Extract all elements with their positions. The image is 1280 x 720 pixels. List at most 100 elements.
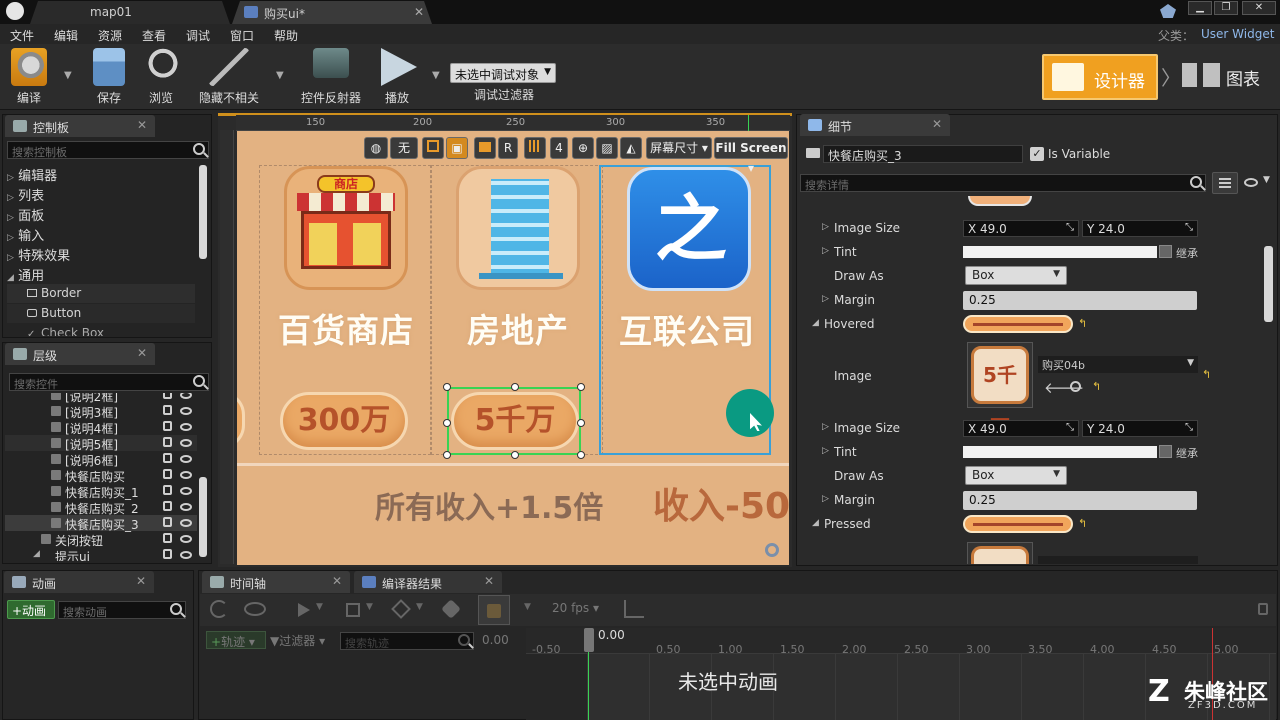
rotate-snap-button[interactable]: R	[498, 137, 518, 159]
draw-as-dropdown[interactable]: Box	[965, 266, 1067, 285]
expand-arrow-icon[interactable]: ▷	[822, 294, 829, 304]
preview-image-button[interactable]: ▨	[596, 137, 618, 159]
eye-icon[interactable]	[180, 487, 192, 495]
hierarchy-row[interactable]: [说明5框]	[5, 435, 197, 452]
camera-lock-button[interactable]	[478, 595, 510, 625]
hide-unrelated-dropdown[interactable]: ▼	[276, 70, 284, 81]
close-icon[interactable]: ✕	[414, 5, 424, 19]
tint-color-swatch[interactable]	[963, 246, 1157, 258]
palette-item-border[interactable]: Border	[7, 284, 195, 303]
playhead[interactable]	[584, 628, 594, 652]
palette-scrollbar[interactable]	[199, 165, 207, 259]
menu-help[interactable]: 帮助	[274, 27, 298, 44]
hierarchy-row-selected[interactable]: 快餐店购买_3	[5, 515, 197, 532]
image-asset-dropdown[interactable]: 购买04b ▼	[1038, 356, 1198, 373]
close-icon[interactable]: ✕	[137, 118, 147, 132]
eye-icon[interactable]	[180, 535, 192, 543]
image-size-x-field[interactable]: X 49.0 ⤡	[963, 420, 1079, 437]
refresh-icon[interactable]	[210, 600, 228, 618]
menu-window[interactable]: 窗口	[230, 27, 254, 44]
image-thumbnail[interactable]: 5千万	[967, 342, 1033, 439]
graph-mode-button[interactable]: 图表	[1178, 54, 1274, 100]
close-icon[interactable]: ✕	[136, 574, 146, 588]
debug-object-dropdown[interactable]: 未选中调试对象 ▼	[450, 63, 556, 83]
lock-icon[interactable]	[163, 501, 172, 511]
palette-search-input[interactable]: 搜索控制板	[7, 141, 209, 159]
expand-arrow-icon[interactable]: ▷	[822, 494, 829, 504]
eye-icon[interactable]	[180, 471, 192, 479]
play-button[interactable]: 播放	[374, 48, 420, 106]
palette-category-special-effects[interactable]: ▷ 特殊效果	[7, 245, 70, 264]
grid-snap-button[interactable]	[524, 137, 546, 159]
expand-arrow-icon[interactable]: ▷	[822, 446, 829, 456]
fps-dropdown[interactable]: 20 fps ▾	[552, 601, 599, 615]
eye-icon[interactable]	[180, 439, 192, 447]
lock-icon[interactable]	[163, 421, 172, 431]
lock-icon[interactable]	[163, 485, 172, 495]
selection-square-icon[interactable]	[346, 603, 360, 617]
close-icon[interactable]: ✕	[484, 574, 494, 588]
reset-arrow-icon[interactable]: ↰	[1078, 317, 1087, 330]
curve-editor-icon[interactable]	[624, 600, 644, 618]
tab-timeline[interactable]: 时间轴 ✕	[202, 571, 350, 593]
tab-map01[interactable]: map01	[30, 1, 230, 24]
hierarchy-row[interactable]: [说明4框]	[5, 419, 197, 436]
world-space-button[interactable]: ◍	[364, 137, 388, 159]
price-button[interactable]: 300万	[280, 392, 408, 450]
lock-toggle-button[interactable]: ▣	[446, 137, 468, 159]
parent-class-link[interactable]: User Widget	[1201, 27, 1274, 41]
save-button[interactable]: 保存	[88, 48, 130, 106]
screen-size-dropdown[interactable]: 屏幕尺寸 ▾	[646, 137, 712, 159]
visibility-dropdown[interactable]: ▼	[1242, 174, 1274, 192]
add-animation-button[interactable]: +动画	[7, 600, 55, 619]
expand-arrow-icon[interactable]: ▷	[822, 246, 829, 256]
menu-file[interactable]: 文件	[10, 27, 34, 44]
lock-icon[interactable]	[163, 517, 172, 527]
lock-icon[interactable]	[163, 393, 172, 399]
eye-icon[interactable]	[180, 455, 192, 463]
pressed-image-asset-dropdown[interactable]	[1038, 556, 1198, 564]
eye-icon[interactable]	[180, 551, 192, 559]
hierarchy-scrollbar[interactable]	[199, 477, 207, 557]
hide-unrelated-button[interactable]: 隐藏不相关	[196, 48, 262, 106]
camera-dropdown-caret[interactable]: ▼	[524, 602, 531, 612]
shop-card-department-store[interactable]: 商店 百货商店 300万	[259, 165, 431, 455]
tab-details[interactable]: 细节 ✕	[800, 114, 950, 136]
palette-item-check-box[interactable]: ✓ Check Box	[7, 324, 195, 336]
is-variable-checkbox[interactable]: ✓	[1030, 147, 1044, 161]
margin-field[interactable]: 0.25	[963, 291, 1197, 310]
hierarchy-search-input[interactable]: 搜索控件	[9, 373, 209, 391]
reset-arrow-icon[interactable]: ↰	[1092, 380, 1101, 393]
snap-none-button[interactable]: 无	[390, 137, 418, 159]
widget-reflector-button[interactable]: 控件反射器	[298, 48, 364, 106]
compile-options-dropdown[interactable]: ▼	[64, 70, 72, 81]
image-size-y-field[interactable]: Y 24.0 ⤡	[1082, 420, 1198, 437]
hierarchy-row[interactable]: 快餐店购买_2	[5, 499, 197, 516]
eye-icon[interactable]	[180, 423, 192, 431]
move-handle-button[interactable]: ⊕	[572, 137, 594, 159]
play-icon[interactable]	[298, 603, 310, 617]
close-icon[interactable]: ✕	[932, 117, 942, 131]
expand-arrow-icon[interactable]: ◢	[33, 549, 40, 559]
eye-icon[interactable]	[180, 407, 192, 415]
widget-name-field[interactable]: 快餐店购买_3	[823, 145, 1023, 163]
tag-icon[interactable]	[441, 599, 461, 619]
details-search-input[interactable]: 搜索详情	[800, 174, 1206, 192]
browse-asset-icon[interactable]	[1070, 381, 1081, 392]
hierarchy-row[interactable]: 快餐店购买	[5, 467, 197, 484]
menu-view[interactable]: 查看	[142, 27, 166, 44]
add-track-button[interactable]: +轨迹 ▾	[206, 631, 266, 649]
notification-icon[interactable]	[1160, 4, 1176, 18]
play-options-dropdown[interactable]: ▼	[432, 70, 440, 81]
hierarchy-row[interactable]: [说明6框]	[5, 451, 197, 468]
settings-gear-icon[interactable]	[765, 543, 779, 557]
menu-edit[interactable]: 编辑	[54, 27, 78, 44]
reset-arrow-icon[interactable]: ↰	[1202, 368, 1211, 381]
eye-icon[interactable]	[180, 503, 192, 511]
details-scrollbar[interactable]	[1264, 246, 1273, 322]
palette-item-button[interactable]: Button	[7, 304, 195, 323]
current-time-field[interactable]: 0.00	[482, 633, 509, 647]
eye-icon[interactable]	[180, 393, 192, 399]
track-search-input[interactable]: 搜索轨迹	[340, 632, 474, 650]
pin-lock-icon[interactable]	[1258, 603, 1268, 615]
